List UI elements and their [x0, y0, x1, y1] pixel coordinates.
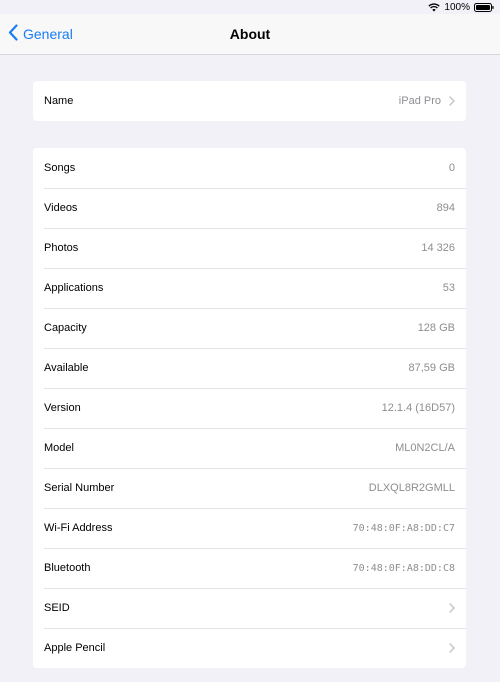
row-label: Serial Number [44, 482, 115, 494]
row-value: 14 326 [421, 242, 455, 254]
status-indicators: 100% [428, 1, 494, 13]
battery-percent: 100% [444, 1, 470, 13]
row-label: Model [44, 442, 74, 454]
info-row-capacity: Capacity 128 GB [33, 308, 466, 348]
name-row[interactable]: Name iPad Pro [33, 81, 466, 121]
row-value: 0 [448, 162, 455, 174]
row-label: Videos [44, 202, 78, 214]
row-value: 894 [436, 202, 455, 214]
info-row-applications: Applications 53 [33, 268, 466, 308]
info-row-videos: Videos 894 [33, 188, 466, 228]
row-label: Applications [44, 282, 104, 294]
wifi-icon [428, 2, 441, 12]
row-label: Available [44, 362, 89, 374]
row-value: 70:48:0F:A8:DD:C8 [352, 562, 455, 574]
row-label: Version [44, 402, 81, 414]
info-row-photos: Photos 14 326 [33, 228, 466, 268]
row-value: 70:48:0F:A8:DD:C7 [352, 522, 455, 534]
row-value: 53 [442, 282, 455, 294]
row-value: 128 GB [417, 322, 455, 334]
row-label: Capacity [44, 322, 87, 334]
row-label: Wi-Fi Address [44, 522, 113, 534]
info-row-model: Model ML0N2CL/A [33, 428, 466, 468]
battery-icon [474, 2, 494, 12]
row-label: SEID [44, 602, 70, 614]
status-bar: 100% [0, 0, 500, 14]
info-row-apple-pencil[interactable]: Apple Pencil [33, 628, 466, 668]
row-value: ML0N2CL/A [395, 442, 455, 454]
chevron-right-icon [449, 643, 455, 653]
name-group: Name iPad Pro [33, 81, 466, 121]
name-value: iPad Pro [398, 95, 441, 107]
row-label: Songs [44, 162, 76, 174]
info-row-serial-number: Serial Number DLXQL8R2GMLL [33, 468, 466, 508]
page-title: About [229, 26, 271, 42]
row-label: Bluetooth [44, 562, 91, 574]
row-value: 87,59 GB [408, 362, 455, 374]
back-button[interactable]: General [8, 14, 73, 54]
row-value: DLXQL8R2GMLL [368, 482, 455, 494]
row-value: 12.1.4 (16D57) [381, 402, 455, 414]
info-row-seid[interactable]: SEID [33, 588, 466, 628]
info-row-bluetooth: Bluetooth 70:48:0F:A8:DD:C8 [33, 548, 466, 588]
row-label: Apple Pencil [44, 642, 106, 654]
back-chevron-icon [8, 24, 18, 44]
info-row-songs: Songs 0 [33, 148, 466, 188]
info-row-wifi-address: Wi-Fi Address 70:48:0F:A8:DD:C7 [33, 508, 466, 548]
back-label: General [23, 26, 73, 42]
chevron-right-icon [449, 603, 455, 613]
info-row-available: Available 87,59 GB [33, 348, 466, 388]
info-row-version: Version 12.1.4 (16D57) [33, 388, 466, 428]
chevron-right-icon [449, 96, 455, 106]
navigation-bar: General About [0, 14, 500, 55]
row-label: Photos [44, 242, 79, 254]
name-label: Name [44, 95, 74, 107]
info-group: Songs 0 Videos 894 Photos 14 326 Applica… [33, 148, 466, 668]
